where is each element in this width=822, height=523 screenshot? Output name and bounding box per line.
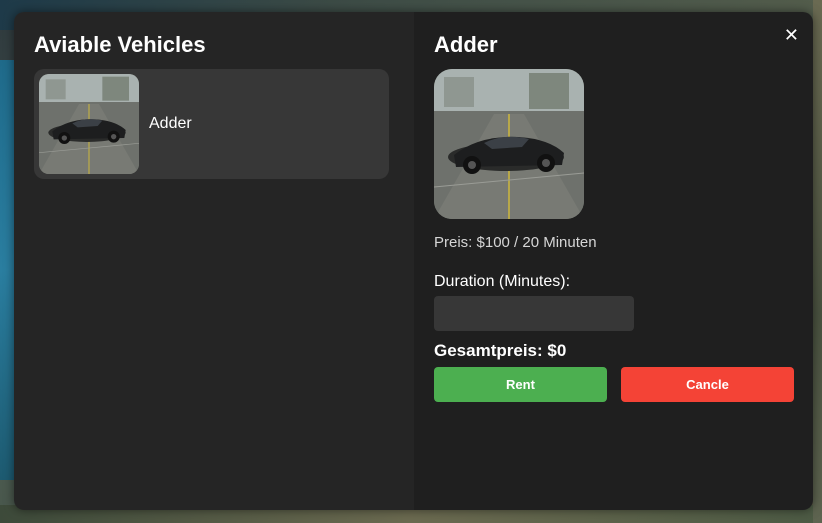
game-background	[813, 0, 822, 523]
car-photo	[434, 69, 584, 219]
duration-label: Duration (Minutes):	[434, 273, 571, 290]
vehicle-item-adder[interactable]: Adder	[34, 69, 389, 179]
vehicle-detail-panel: ✕ Adder Preis: $100 / 20 Minuten Duratio…	[414, 12, 813, 510]
vehicle-image	[434, 69, 584, 219]
vehicle-list: Adder	[34, 69, 389, 179]
vehicle-rental-modal: Aviable Vehicles Adder ✕ Adder Preis: $1…	[14, 12, 813, 510]
price-text: Preis: $100 / 20 Minuten	[434, 234, 597, 251]
vehicle-name: Adder	[149, 115, 192, 132]
car-photo	[39, 74, 139, 174]
cancel-button[interactable]: Cancle	[621, 367, 794, 402]
total-price-text: Gesamtpreis: $0	[434, 341, 567, 360]
vehicle-list-panel: Aviable Vehicles Adder	[14, 12, 414, 510]
close-icon[interactable]: ✕	[784, 25, 799, 45]
rent-button[interactable]: Rent	[434, 367, 607, 402]
duration-input[interactable]	[434, 296, 634, 331]
vehicle-thumbnail	[39, 74, 139, 174]
detail-title: Adder	[434, 32, 498, 57]
list-title: Aviable Vehicles	[34, 32, 206, 57]
game-background	[0, 60, 14, 480]
